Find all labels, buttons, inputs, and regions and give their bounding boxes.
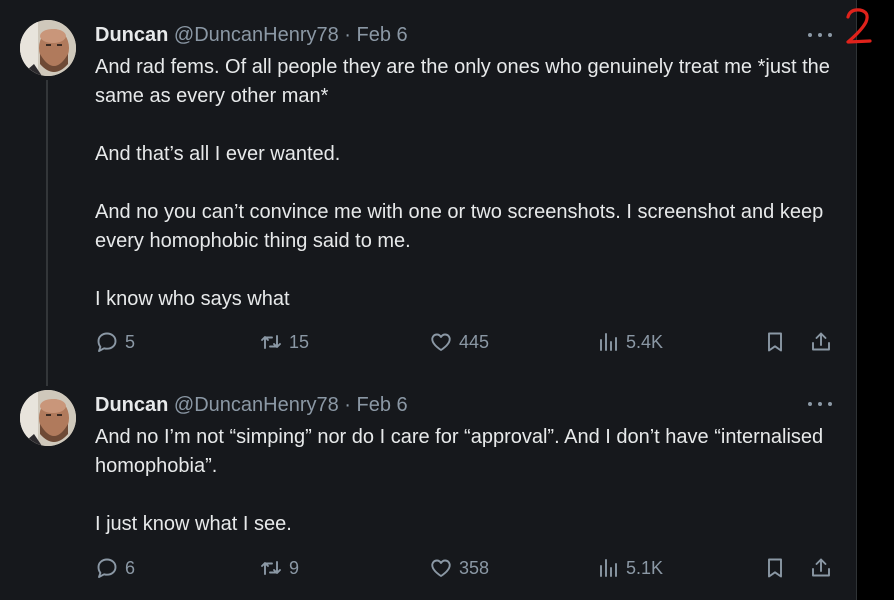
tweet[interactable]: Duncan @DuncanHenry78 · Feb 6 And rad fe… — [0, 0, 856, 380]
tweet-paragraph: And rad fems. Of all people they are the… — [95, 56, 836, 107]
repost-count: 15 — [289, 331, 310, 352]
handwritten-annotation-two — [842, 6, 876, 48]
like-button[interactable]: 445 — [429, 328, 489, 356]
author-name[interactable]: Duncan — [95, 24, 168, 46]
repost-icon — [259, 556, 283, 580]
views-icon — [596, 556, 620, 580]
share-icon — [809, 556, 833, 580]
avatar[interactable] — [20, 390, 76, 446]
tweet-header: Duncan @DuncanHenry78 · Feb 6 — [95, 392, 408, 418]
more-options-icon[interactable] — [808, 396, 832, 412]
author-handle[interactable]: @DuncanHenry78 — [174, 24, 339, 46]
tweet-paragraph: And that’s all I ever wanted. — [95, 143, 341, 165]
reply-button[interactable]: 6 — [95, 554, 135, 582]
share-button[interactable] — [809, 554, 833, 582]
tweet-text: And rad fems. Of all people they are the… — [95, 53, 835, 314]
share-button[interactable] — [809, 328, 833, 356]
bookmark-button[interactable] — [763, 554, 787, 582]
share-icon — [809, 330, 833, 354]
tweet-actions: 6 9 358 5.1K — [95, 554, 835, 582]
tweet-paragraph: I know who says what — [95, 288, 290, 310]
avatar[interactable] — [20, 20, 76, 76]
tweet-date[interactable]: Feb 6 — [357, 24, 408, 46]
tweet-header: Duncan @DuncanHenry78 · Feb 6 — [95, 22, 408, 48]
tweet-paragraph: And no I’m not “simping” nor do I care f… — [95, 426, 829, 477]
reply-count: 5 — [125, 331, 136, 352]
reply-button[interactable]: 5 — [95, 328, 135, 356]
like-button[interactable]: 358 — [429, 554, 489, 582]
tweet-text: And no I’m not “simping” nor do I care f… — [95, 423, 835, 539]
thread-panel: Duncan @DuncanHenry78 · Feb 6 And rad fe… — [0, 0, 857, 600]
reply-count: 6 — [125, 557, 136, 578]
author-name[interactable]: Duncan — [95, 394, 168, 416]
tweet-actions: 5 15 445 5.4K — [95, 328, 835, 356]
tweet-date[interactable]: Feb 6 — [357, 394, 408, 416]
heart-icon — [429, 556, 453, 580]
repost-button[interactable]: 9 — [259, 554, 299, 582]
separator: · — [338, 394, 357, 416]
reply-icon — [95, 330, 119, 354]
bookmark-button[interactable] — [763, 328, 787, 356]
bookmark-icon — [763, 556, 787, 580]
like-count: 445 — [459, 331, 490, 352]
repost-icon — [259, 330, 283, 354]
views-count: 5.1K — [626, 557, 664, 578]
repost-button[interactable]: 15 — [259, 328, 309, 356]
author-handle[interactable]: @DuncanHenry78 — [174, 394, 339, 416]
views-button[interactable]: 5.4K — [596, 328, 663, 356]
more-options-icon[interactable] — [808, 27, 832, 43]
views-button[interactable]: 5.1K — [596, 554, 663, 582]
like-count: 358 — [459, 557, 490, 578]
tweet[interactable]: Duncan @DuncanHenry78 · Feb 6 And no I’m… — [0, 380, 856, 600]
views-icon — [596, 330, 620, 354]
views-count: 5.4K — [626, 331, 664, 352]
repost-count: 9 — [289, 557, 300, 578]
reply-icon — [95, 556, 119, 580]
bookmark-icon — [763, 330, 787, 354]
heart-icon — [429, 330, 453, 354]
tweet-paragraph: I just know what I see. — [95, 513, 292, 535]
tweet-paragraph: And no you can’t convince me with one or… — [95, 201, 829, 252]
separator: · — [338, 24, 357, 46]
